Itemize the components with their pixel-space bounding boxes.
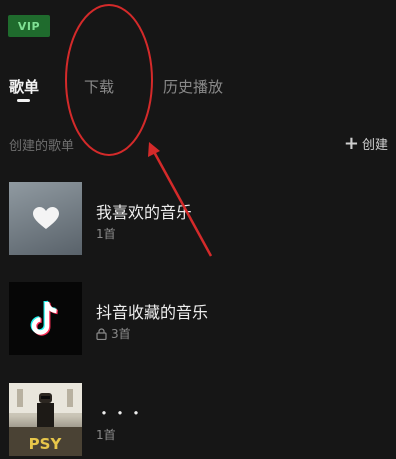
playlist-count-text: 1首 xyxy=(96,428,116,442)
svg-text:PSY: PSY xyxy=(29,435,63,453)
playlist-count-text: 3首 xyxy=(111,327,131,341)
playlist-item-liked[interactable]: 我喜欢的音乐 1首 xyxy=(9,182,389,258)
tab-active-indicator xyxy=(17,99,30,102)
tab-download[interactable]: 下载 xyxy=(84,76,114,97)
lock-icon xyxy=(96,327,107,340)
tab-songlist[interactable]: 歌单 xyxy=(9,76,39,97)
playlist-count: 3首 xyxy=(96,325,131,342)
playlist-item-3[interactable]: PSY ・・・ 1首 xyxy=(9,383,389,459)
tiktok-logo-icon xyxy=(30,300,58,336)
playlist-count: 1首 xyxy=(96,426,116,443)
playlist-title: 我喜欢的音乐 xyxy=(96,203,193,222)
playlist-count: 1首 xyxy=(96,225,116,242)
create-label: 创建 xyxy=(361,138,388,153)
plus-icon: + xyxy=(343,132,359,154)
playlist-cover-douyin xyxy=(9,282,82,355)
playlist-cover-liked xyxy=(9,182,82,255)
playlist-item-douyin[interactable]: 抖音收藏的音乐 3首 xyxy=(9,282,389,358)
playlist-count-text: 1首 xyxy=(96,227,116,241)
annotation-arrowhead xyxy=(148,142,160,157)
playlist-title: ・・・ xyxy=(96,404,145,423)
playlist-cover-album-art: PSY xyxy=(9,383,82,456)
vip-badge[interactable]: VIP xyxy=(8,15,50,37)
section-title: 创建的歌单 xyxy=(9,139,75,154)
heart-icon xyxy=(32,206,59,229)
create-playlist-button[interactable]: + 创建 xyxy=(344,134,388,153)
playlist-title: 抖音收藏的音乐 xyxy=(96,303,209,322)
tab-history[interactable]: 历史播放 xyxy=(163,76,223,97)
album-art-image: PSY xyxy=(9,383,82,456)
